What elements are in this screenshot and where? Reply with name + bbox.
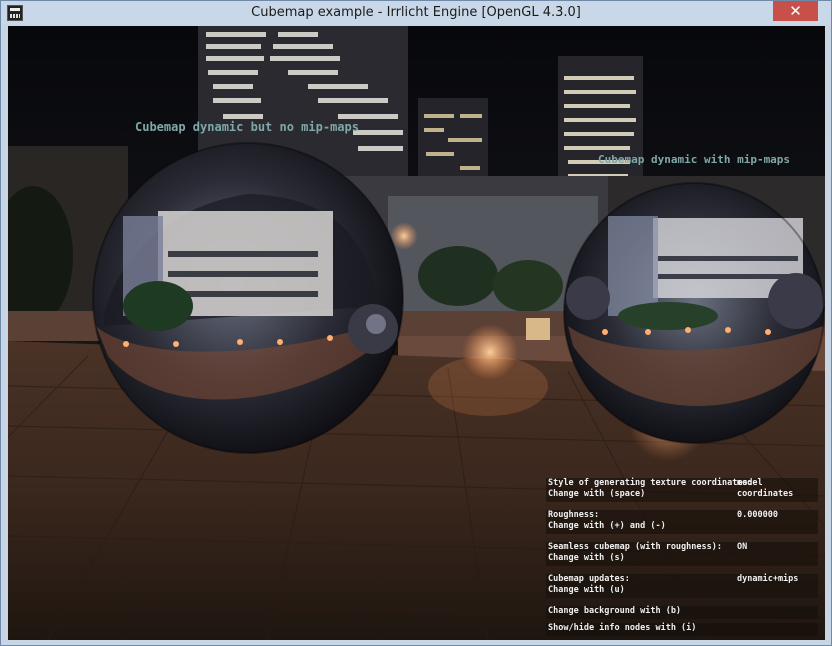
info-row-roughness: Roughness: Change with (+) and (-) 0.000… — [546, 510, 818, 534]
close-icon: ✕ — [789, 2, 802, 20]
info-row-texcoord: Style of generating texture coordinates:… — [546, 478, 818, 502]
info-row-background: Change background with (b) — [546, 606, 818, 619]
window-title: Cubemap example - Irrlicht Engine [OpenG… — [251, 5, 581, 20]
info-row-seamless: Seamless cubemap (with roughness): Chang… — [546, 542, 818, 566]
info-row-info-nodes: Show/hide info nodes with (i) — [546, 623, 818, 636]
app-window: Cubemap example - Irrlicht Engine [OpenG… — [0, 0, 832, 646]
render-viewport[interactable]: Cubemap dynamic but no mip-maps Cubemap … — [8, 26, 825, 640]
close-button[interactable]: ✕ — [773, 1, 818, 21]
right-sphere — [563, 182, 825, 444]
left-sphere — [92, 142, 404, 454]
info-row-cubemap-updates: Cubemap updates: Change with (u) dynamic… — [546, 574, 818, 598]
sphere-right-label: Cubemap dynamic with mip-maps — [598, 153, 791, 166]
sphere-left-label: Cubemap dynamic but no mip-maps — [135, 120, 359, 134]
title-bar[interactable]: Cubemap example - Irrlicht Engine [OpenG… — [1, 1, 831, 25]
info-panel: Style of generating texture coordinates:… — [546, 478, 818, 640]
